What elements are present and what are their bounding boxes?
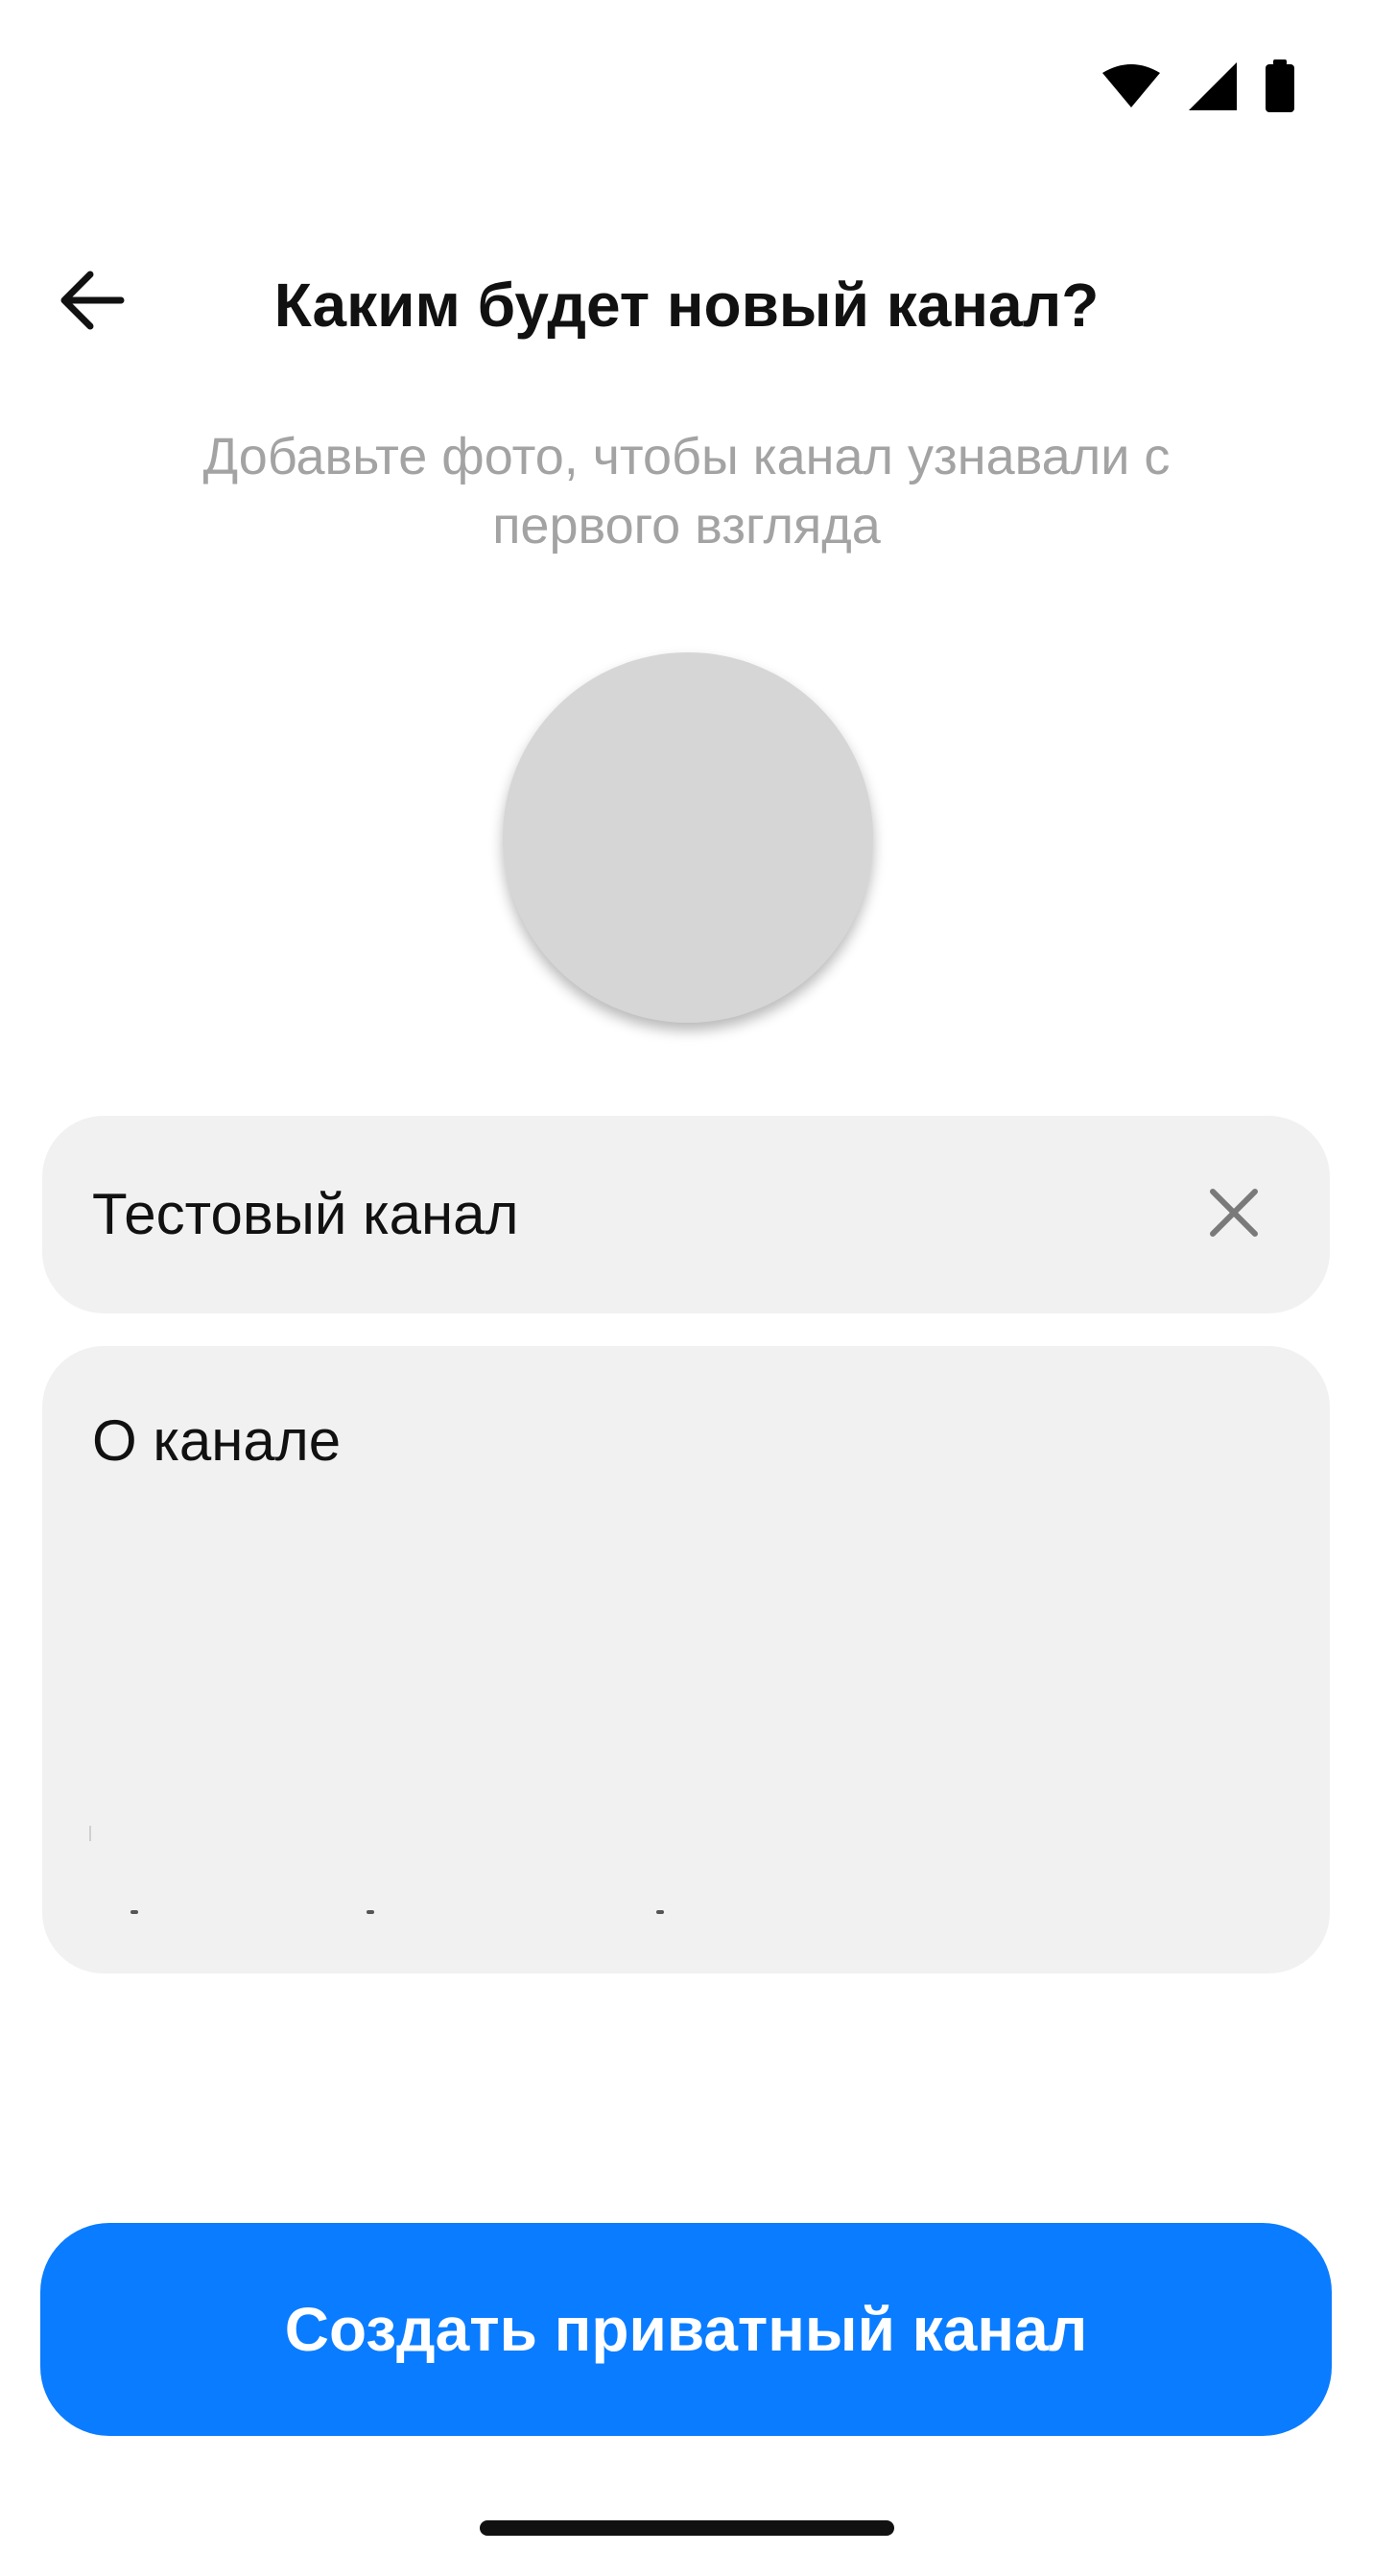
page-title: Каким будет новый канал? (273, 271, 1100, 340)
cellular-signal-icon (1187, 60, 1239, 112)
clear-name-button[interactable] (1186, 1167, 1282, 1263)
status-bar (1101, 53, 1296, 120)
channel-about-field[interactable]: О канале (42, 1346, 1330, 1973)
battery-icon (1264, 59, 1296, 113)
create-button-label: Создать приватный канал (284, 2295, 1088, 2364)
channel-avatar-picker[interactable] (503, 652, 873, 1023)
subtitle: Добавьте фото, чтобы канал узнавали с пе… (202, 428, 1171, 555)
channel-name-field[interactable]: Тестовый канал (42, 1116, 1330, 1313)
create-private-channel-button[interactable]: Создать приватный канал (40, 2223, 1332, 2436)
about-placeholder: О канале (92, 1408, 342, 1473)
home-indicator[interactable] (480, 2520, 894, 2536)
faint-text-remnants (42, 1910, 1330, 1920)
wifi-icon (1101, 63, 1162, 109)
text-cursor (89, 1826, 91, 1841)
create-channel-screen: Каким будет новый канал? Добавьте фото, … (0, 0, 1373, 2576)
close-icon (1209, 1188, 1259, 1242)
channel-name-value: Тестовый канал (92, 1182, 519, 1246)
